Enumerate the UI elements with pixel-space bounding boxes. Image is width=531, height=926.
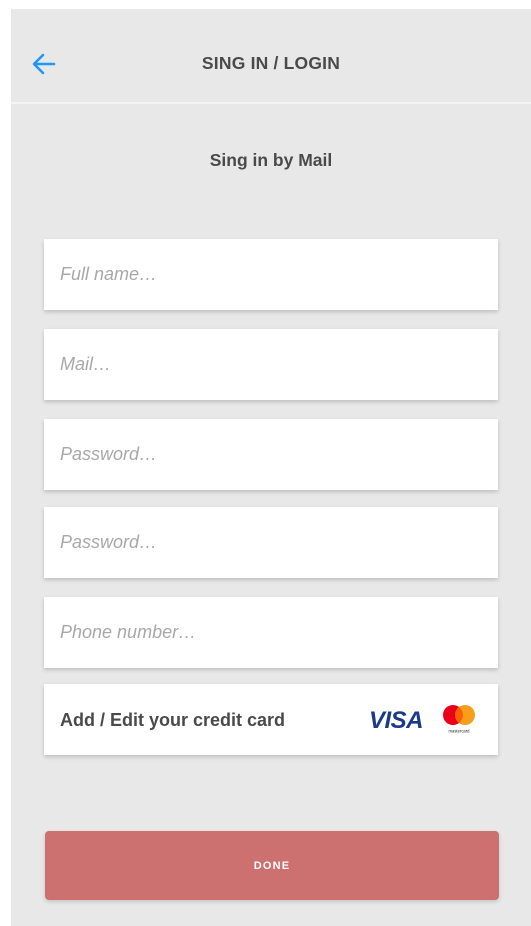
full-name-input[interactable] [44, 239, 498, 310]
confirm-password-field[interactable] [44, 507, 498, 578]
svg-text:mastercard: mastercard [449, 729, 471, 734]
phone-number-input[interactable] [44, 597, 498, 668]
done-button[interactable]: DONE [45, 831, 499, 900]
mail-input[interactable] [44, 329, 498, 400]
confirm-password-input[interactable] [44, 507, 498, 578]
phone-number-field[interactable] [44, 597, 498, 668]
password-field[interactable] [44, 419, 498, 490]
credit-card-label: Add / Edit your credit card [60, 710, 286, 730]
full-name-field[interactable] [44, 239, 498, 310]
section-title: Sing in by Mail [209, 150, 333, 170]
mail-field[interactable] [44, 329, 498, 400]
mastercard-logo: mastercard [443, 705, 475, 734]
credit-card-row[interactable]: Add / Edit your credit card VISA masterc… [44, 684, 498, 755]
visa-logo: VISA [369, 707, 424, 734]
page-title: SING IN / LOGIN [201, 53, 341, 73]
signin-screen: SING IN / LOGIN Sing in by Mail Add / Ed… [11, 9, 531, 926]
app-header: SING IN / LOGIN [11, 9, 531, 104]
password-input[interactable] [44, 419, 498, 490]
